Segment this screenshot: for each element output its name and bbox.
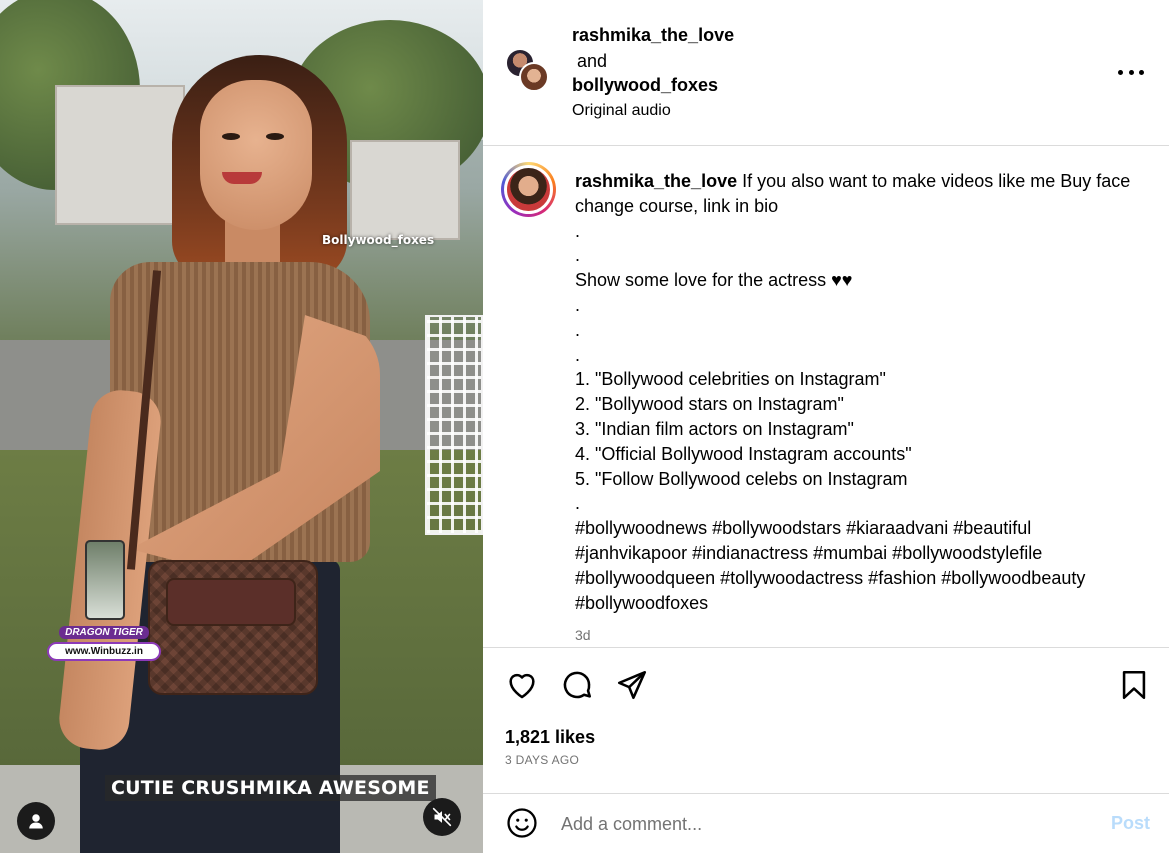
house	[55, 85, 185, 225]
post-actions: 1,821 likes 3 DAYS AGO	[483, 647, 1169, 797]
audio-link[interactable]: Original audio	[572, 102, 671, 120]
caption-line: 4. "Official Bollywood Instagram account…	[575, 443, 912, 464]
caption-first-line: rashmika_the_love If you also want to ma…	[575, 169, 1135, 219]
collab-conjunction: and	[577, 51, 608, 71]
eye	[266, 133, 284, 140]
caption-author-avatar[interactable]	[501, 162, 556, 217]
caption-line: Show some love for the actress ♥♥	[575, 270, 853, 291]
house	[350, 140, 460, 240]
comment-button[interactable]	[560, 668, 594, 702]
caption-hashtags[interactable]: #bollywoodnews #bollywoodstars #kiaraadv…	[575, 516, 1135, 615]
comment-input[interactable]	[561, 810, 1081, 838]
caption-line: .	[575, 344, 581, 365]
dot	[1139, 69, 1144, 75]
post-comment-button[interactable]: Post	[1111, 813, 1150, 834]
heart-icon	[509, 673, 535, 699]
smile	[222, 172, 262, 184]
dot	[1128, 69, 1134, 75]
likes-count[interactable]: 1,821 likes	[505, 727, 595, 748]
collab-avatars[interactable]	[505, 48, 553, 96]
avatar[interactable]	[519, 62, 549, 92]
caption-line: 2. "Bollywood stars on Instagram"	[575, 394, 844, 415]
comment-bar: Post	[483, 793, 1169, 853]
bookmark-icon	[1122, 670, 1146, 700]
tagged-users-button[interactable]	[17, 802, 55, 840]
collaborator-username[interactable]: bollywood_foxes	[572, 75, 718, 96]
person-face	[200, 80, 312, 230]
mute-button[interactable]	[423, 798, 461, 836]
comment-icon	[563, 671, 592, 699]
caption-line: 3. "Indian film actors on Instagram"	[575, 418, 854, 439]
ad-badge: DRAGON TIGER www.Winbuzz.in	[47, 622, 161, 661]
more-options-icon[interactable]	[1118, 62, 1144, 82]
caption-line: 1. "Bollywood celebrities on Instagram"	[575, 369, 886, 390]
caption-line: 5. "Follow Bollywood celebs on Instagram	[575, 468, 908, 489]
author-username[interactable]: rashmika_the_love	[572, 25, 734, 46]
caption-line: .	[575, 220, 581, 241]
video-caption-overlay: CUTIE CRUSHMIKA AWESOME	[105, 775, 436, 801]
dot	[1118, 69, 1123, 75]
emoji-button[interactable]	[505, 806, 539, 840]
share-icon	[617, 670, 647, 700]
handbag-flap	[166, 578, 296, 626]
fence	[425, 315, 483, 535]
ad-badge-title: DRAGON TIGER	[59, 626, 149, 639]
watermark: Bollywood_foxes	[322, 233, 435, 247]
like-button[interactable]	[505, 668, 539, 702]
caption-line: .	[575, 245, 581, 266]
save-button[interactable]	[1117, 668, 1151, 702]
share-button[interactable]	[615, 668, 649, 702]
user-icon	[29, 814, 43, 829]
post-panel: rashmika_the_love and bollywood_foxes Or…	[483, 0, 1169, 853]
caption: rashmika_the_love If you also want to ma…	[575, 169, 1135, 615]
ad-badge-url: www.Winbuzz.in	[47, 642, 161, 661]
post-time[interactable]: 3d	[575, 627, 591, 643]
ad-phone-image	[85, 540, 125, 620]
emoji-icon	[507, 808, 537, 838]
caption-line: .	[575, 294, 581, 315]
eye	[222, 133, 240, 140]
avatar	[504, 165, 553, 214]
caption-line: .	[575, 319, 581, 340]
post-header: rashmika_the_love and bollywood_foxes Or…	[483, 0, 1169, 146]
post-media[interactable]: Bollywood_foxes DRAGON TIGER www.Winbuzz…	[0, 0, 483, 853]
post-caption-area: rashmika_the_love If you also want to ma…	[483, 147, 1169, 647]
caption-line: .	[575, 493, 581, 514]
mute-icon	[432, 807, 452, 827]
post-date[interactable]: 3 DAYS AGO	[505, 753, 579, 767]
caption-username[interactable]: rashmika_the_love	[575, 171, 737, 191]
